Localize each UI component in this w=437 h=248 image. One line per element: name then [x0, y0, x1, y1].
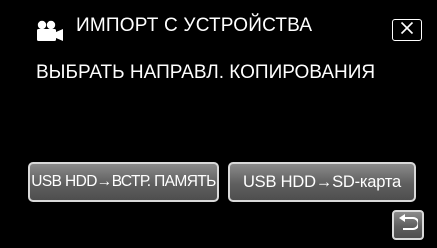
- option-label: USB HDD→SD-карта: [242, 172, 402, 191]
- close-button[interactable]: [392, 19, 422, 41]
- back-button[interactable]: [392, 210, 424, 240]
- option-usb-to-sd-button[interactable]: USB HDD→SD-карта: [228, 162, 416, 202]
- video-camera-icon: [36, 20, 64, 42]
- instruction-text: ВЫБРАТЬ НАПРАВЛ. КОПИРОВАНИЯ: [36, 62, 376, 83]
- return-icon: [398, 213, 420, 237]
- header-bar: ИМПОРТ С УСТРОЙСТВА: [0, 0, 437, 50]
- option-usb-to-internal-button[interactable]: USB HDD→ВСТР. ПАМЯТЬ: [28, 162, 219, 202]
- screen-title: ИМПОРТ С УСТРОЙСТВА: [76, 15, 313, 36]
- close-icon: [400, 21, 414, 40]
- option-label: USB HDD→ВСТР. ПАМЯТЬ: [31, 173, 216, 190]
